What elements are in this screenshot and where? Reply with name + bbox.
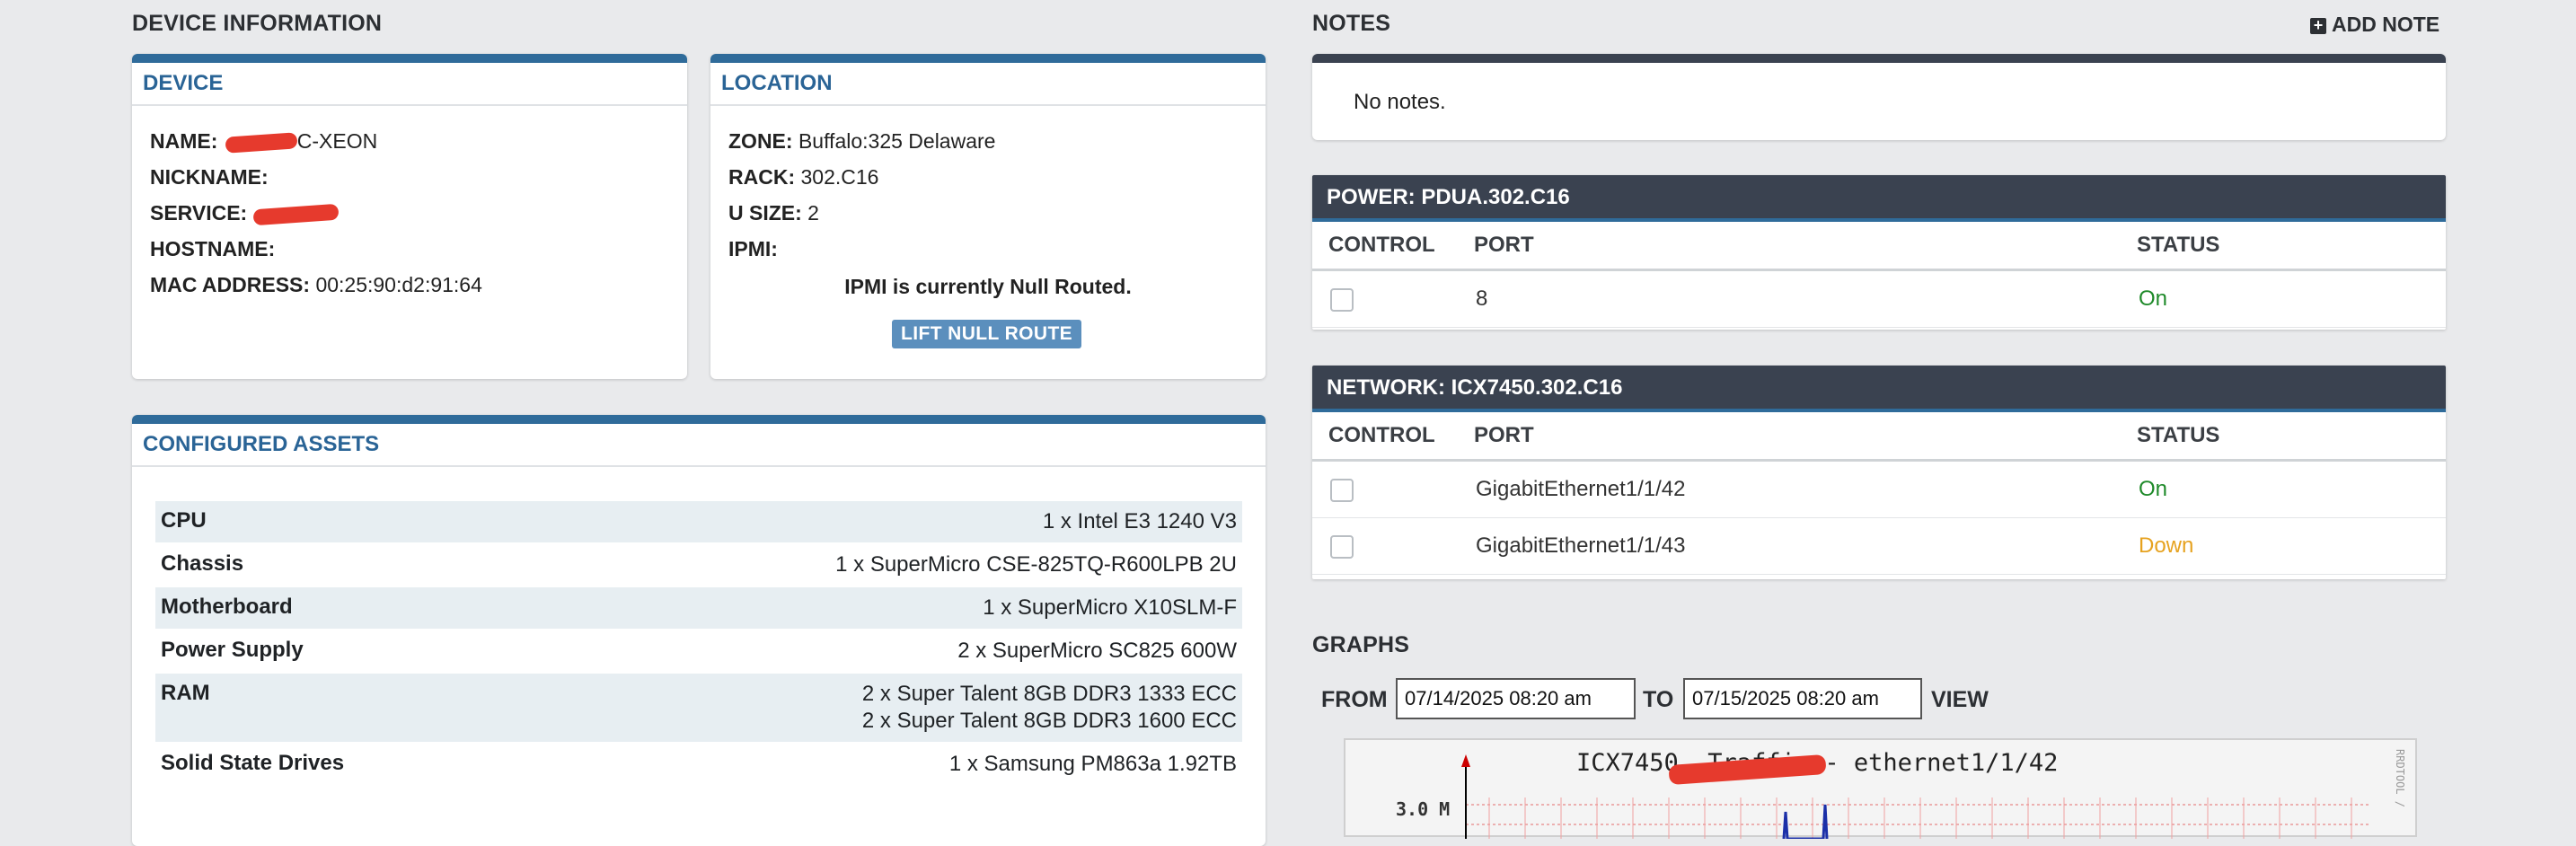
mac-address-value: 00:25:90:d2:91:64 [315,273,482,296]
usize-row: U SIZE: 2 [728,201,819,225]
from-label: FROM [1321,687,1388,712]
device-information-heading: DEVICE INFORMATION [132,11,383,36]
notes-card: No notes. [1312,54,2446,140]
traffic-graph: ICX7450. Traffic - ethernet1/1/42 RRDTOO… [1344,738,2417,839]
network-row: GigabitEthernet1/1/43 Down [1312,518,2446,575]
asset-row-ram: RAM 2 x Super Talent 8GB DDR3 1333 ECC 2 … [155,672,1242,742]
power-row: 8 On [1312,271,2446,328]
network-row: GigabitEthernet1/1/42 On [1312,462,2446,518]
power-col-control: CONTROL [1328,233,1435,257]
device-mac-row: MAC ADDRESS: 00:25:90:d2:91:64 [150,273,482,296]
asset-row-power-supply: Power Supply 2 x SuperMicro SC825 600W [155,629,1242,672]
device-card: DEVICE NAME: C-XEON NICKNAME: SERVICE: H… [132,54,687,379]
asset-row-motherboard: Motherboard 1 x SuperMicro X10SLM-F [155,586,1242,629]
network-col-status: STATUS [2137,423,2220,447]
device-nickname-row: NICKNAME: [150,165,269,189]
network-status: Down [2139,533,2194,558]
device-card-title: DEVICE [132,63,687,106]
power-status: On [2139,286,2168,311]
power-col-port: PORT [1474,233,1534,257]
asset-row-cpu: CPU 1 x Intel E3 1240 V3 [155,499,1242,542]
graph-canvas: 3.0 M [1396,754,2369,839]
notes-heading: NOTES [1312,11,1391,36]
network-col-control: CONTROL [1328,423,1435,447]
configured-assets-table: CPU 1 x Intel E3 1240 V3 Chassis 1 x Super… [155,499,1242,785]
device-service-row: SERVICE: [150,201,340,226]
network-card: NETWORK: ICX7450.302.C16 CONTROL PORT ST… [1312,366,2446,579]
network-status: On [2139,477,2168,501]
to-label: TO [1643,687,1674,712]
asset-row-chassis: Chassis 1 x SuperMicro CSE-825TQ-R600LPB … [155,542,1242,586]
location-card-title: LOCATION [710,63,1266,106]
zone-row: ZONE: Buffalo:325 Delaware [728,129,996,153]
network-control-checkbox[interactable] [1330,478,1354,502]
power-col-status: STATUS [2137,233,2220,257]
network-col-port: PORT [1474,423,1534,447]
device-name-row: NAME: C-XEON [150,129,378,154]
rack-row: RACK: 302.C16 [728,165,879,189]
network-title: NETWORK: ICX7450.302.C16 [1312,366,2446,412]
configured-assets-title: CONFIGURED ASSETS [132,424,1266,467]
ipmi-null-route-message: IPMI is currently Null Routed. [844,275,1132,298]
notes-empty-message: No notes. [1354,90,1446,114]
power-title: POWER: PDUA.302.C16 [1312,175,2446,222]
add-note-button[interactable]: + ADD NOTE [2310,13,2439,37]
graphs-heading: GRAPHS [1312,632,1410,657]
plus-square-icon: + [2310,17,2326,34]
to-date-input[interactable] [1683,678,1922,719]
power-card: POWER: PDUA.302.C16 CONTROL PORT STATUS … [1312,175,2446,330]
device-name-value: C-XEON [296,129,378,153]
view-button[interactable]: VIEW [1931,687,1989,713]
power-control-checkbox[interactable] [1330,287,1354,312]
device-hostname-row: HOSTNAME: [150,237,276,260]
location-card: LOCATION ZONE: Buffalo:325 Delaware RACK… [710,54,1266,379]
lift-null-route-button[interactable]: LIFT NULL ROUTE [892,320,1082,348]
asset-row-ssd: Solid State Drives 1 x Samsung PM863a 1.9… [155,742,1242,785]
network-control-checkbox[interactable] [1330,534,1354,559]
ipmi-row: IPMI: [728,237,778,260]
from-date-input[interactable] [1396,678,1636,719]
y-tick-label: 3.0 M [1396,798,1450,820]
